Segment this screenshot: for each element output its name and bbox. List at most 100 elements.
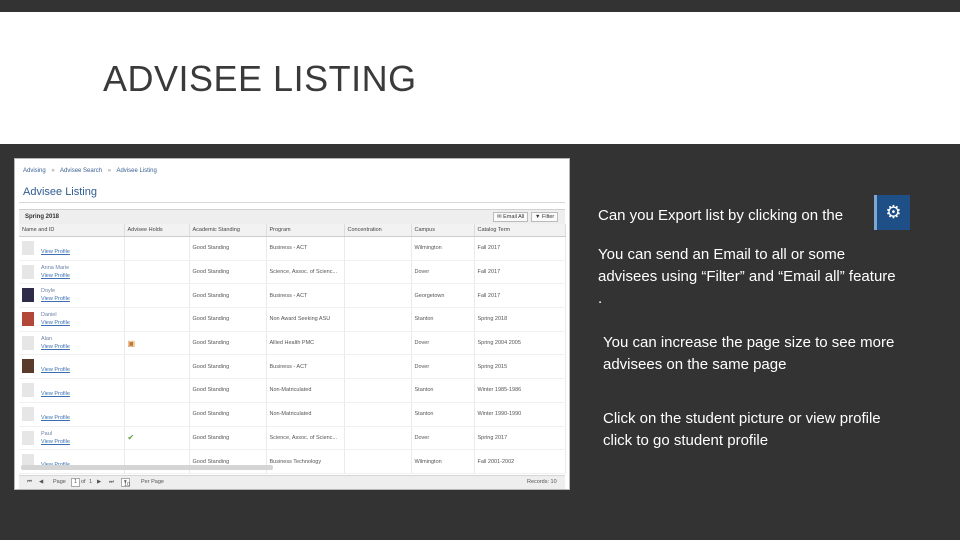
student-name: Anna Marie <box>41 264 70 271</box>
cell-standing: Good Standing <box>189 331 267 356</box>
email-all-label: Email All <box>503 214 525 220</box>
cell-catalog-term: Spring 2017 <box>474 426 566 451</box>
breadcrumb-advisee-listing[interactable]: Advisee Listing <box>116 168 156 174</box>
column-header-name[interactable]: Name and ID <box>19 224 125 237</box>
page-number-input[interactable]: 1 <box>71 478 81 487</box>
column-header-catalog-term[interactable]: Catalog Term <box>474 224 566 237</box>
cell-name: View Profile <box>19 378 125 403</box>
view-profile-link[interactable]: View Profile <box>41 344 70 350</box>
cell-standing: Good Standing <box>189 236 267 261</box>
divider <box>19 202 565 203</box>
student-picture[interactable] <box>22 359 34 374</box>
cell-holds <box>124 378 190 403</box>
student-name: Alan <box>41 335 53 342</box>
student-picture[interactable] <box>22 430 34 445</box>
page-heading: Advisee Listing <box>23 186 97 198</box>
page-size-select[interactable]: 10 ▾ <box>121 478 130 488</box>
column-header-campus[interactable]: Campus <box>411 224 475 237</box>
cell-concentration <box>344 331 412 356</box>
breadcrumb-advising[interactable]: Advising <box>23 168 46 174</box>
breadcrumb: Advising » Advisee Search » Advisee List… <box>23 168 161 174</box>
cell-holds <box>124 307 190 332</box>
table-row[interactable]: View Profile Good Standing Non-Matriculate… <box>19 378 566 403</box>
column-header-concentration[interactable]: Concentration <box>344 224 412 237</box>
cell-standing: Good Standing <box>189 283 267 309</box>
hold-icon[interactable]: ▣ <box>128 339 136 348</box>
note-page-size: You can increase the page size to see mo… <box>603 334 895 373</box>
table-row[interactable]: View Profile Good Standing Non-Matriculate… <box>19 402 566 427</box>
column-header-program[interactable]: Program <box>266 224 345 237</box>
filter-label: Filter <box>541 214 555 220</box>
table-row[interactable]: Alan View Profile ▣ Good Standing Allied Hea… <box>19 331 566 356</box>
last-page-icon[interactable]: ⏭ <box>109 479 114 486</box>
cell-program: Science, Assoc. of Scienc... <box>266 426 345 451</box>
gear-icon: ⚙ <box>885 202 902 222</box>
table-row[interactable]: Paul View Profile ✔ Good Standing Science, A… <box>19 426 566 451</box>
horizontal-scrollbar[interactable] <box>21 465 273 470</box>
cell-catalog-term: Winter 1990-1990 <box>474 402 566 427</box>
note-profile: Click on the student picture or view pro… <box>603 410 881 449</box>
table-body: View Profile Good Standing Business - ACT W… <box>19 236 566 474</box>
view-profile-link[interactable]: View Profile <box>41 249 70 255</box>
column-header-standing[interactable]: Academic Standing <box>189 224 267 237</box>
cell-holds <box>124 354 190 380</box>
student-picture[interactable] <box>22 241 34 255</box>
student-picture[interactable] <box>22 335 34 350</box>
cell-program: Business - ACT <box>266 236 345 261</box>
cell-holds <box>124 283 190 309</box>
pager: ⏮ ◀ Page 1 of 1 ▶ ⏭ 10 ▾ Per Page Record… <box>19 475 565 489</box>
cell-holds <box>124 236 190 261</box>
cell-program: Science, Assoc. of Scienc... <box>266 260 345 285</box>
cell-campus: Stanton <box>411 378 475 403</box>
view-profile-link[interactable]: View Profile <box>41 273 70 279</box>
cell-catalog-term: Spring 2015 <box>474 354 566 380</box>
cell-catalog-term: Winter 1985-1986 <box>474 378 566 403</box>
cell-concentration <box>344 307 412 332</box>
view-profile-link[interactable]: View Profile <box>41 367 70 373</box>
cell-program: Non Award Seeking ASU <box>266 307 345 332</box>
table-row[interactable]: View Profile Good Standing Business - ACT W… <box>19 236 566 261</box>
table-row[interactable]: Doyle View Profile Good Standing Business -… <box>19 283 566 309</box>
advisee-listing-screenshot: Advising » Advisee Search » Advisee List… <box>14 158 570 490</box>
student-picture[interactable] <box>22 264 34 279</box>
first-page-icon[interactable]: ⏮ <box>27 479 32 486</box>
view-profile-link[interactable]: View Profile <box>41 439 70 445</box>
of-label: of <box>81 479 86 485</box>
cell-campus: Stanton <box>411 307 475 332</box>
student-picture[interactable] <box>22 312 34 327</box>
filter-button[interactable]: ▼ Filter <box>531 212 559 222</box>
table-row[interactable]: Daniel View Profile Good Standing Non Award… <box>19 307 566 332</box>
view-profile-link[interactable]: View Profile <box>41 296 70 302</box>
column-header-holds[interactable]: Advisee Holds <box>124 224 190 237</box>
view-profile-link[interactable]: View Profile <box>41 391 70 397</box>
cell-standing: Good Standing <box>189 354 267 380</box>
student-picture[interactable] <box>22 406 34 421</box>
cell-standing: Good Standing <box>189 307 267 332</box>
slide-title: ADVISEE LISTING <box>103 58 417 99</box>
email-all-button[interactable]: ✉ Email All <box>493 212 529 222</box>
student-name: Doyle <box>41 288 56 295</box>
cell-campus: Dover <box>411 354 475 380</box>
table-row[interactable]: View Profile Good Standing Business - ACT D… <box>19 354 566 380</box>
cell-concentration <box>344 402 412 427</box>
student-name: Daniel <box>41 312 57 319</box>
table-row[interactable]: Anna Marie View Profile Good Standing Scien… <box>19 260 566 285</box>
grid-toolbar: Spring 2018 ✉ Email All ▼ Filter <box>19 209 565 225</box>
cell-campus: Wilmington <box>411 449 475 474</box>
view-profile-link[interactable]: View Profile <box>41 415 70 421</box>
student-picture[interactable] <box>22 288 34 303</box>
breadcrumb-advisee-search[interactable]: Advisee Search <box>60 168 102 174</box>
prev-page-icon[interactable]: ◀ <box>39 479 43 485</box>
student-picture[interactable] <box>22 383 34 398</box>
next-page-icon[interactable]: ▶ <box>97 479 101 485</box>
export-gear-button[interactable]: ⚙ <box>874 195 910 230</box>
cell-campus: Dover <box>411 260 475 285</box>
cell-program: Business - ACT <box>266 354 345 380</box>
cell-program: Business Technology <box>266 449 345 474</box>
records-count: Records: 10 <box>527 479 557 485</box>
note-email: You can send an Email to all or some adv… <box>598 246 896 307</box>
cell-program: Non-Matriculated <box>266 402 345 427</box>
cell-name: Daniel View Profile <box>19 307 125 332</box>
view-profile-link[interactable]: View Profile <box>41 320 70 326</box>
cell-campus: Dover <box>411 331 475 356</box>
